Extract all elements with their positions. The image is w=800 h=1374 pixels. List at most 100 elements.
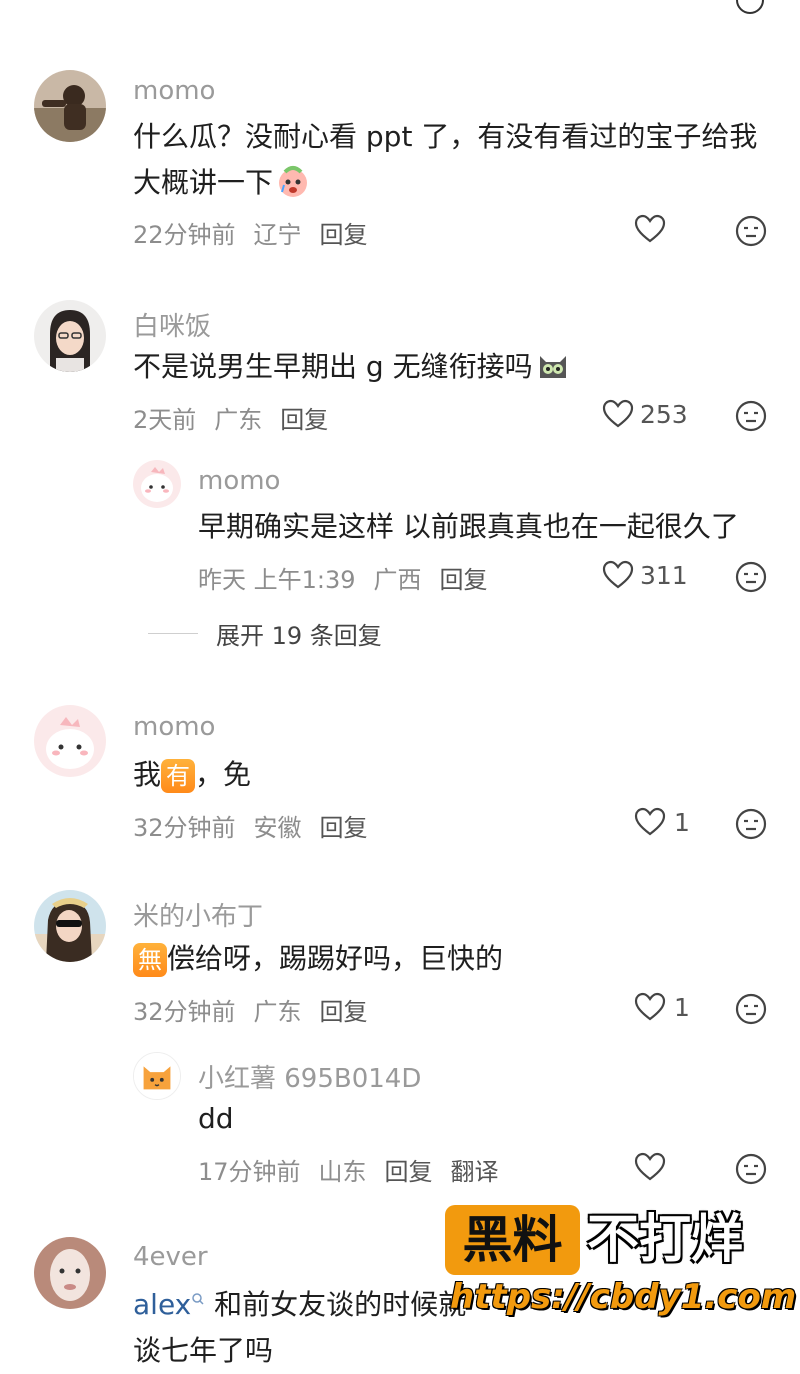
reply-button[interactable]: 回复 <box>440 566 488 594</box>
comment-text: 什么瓜？没耐心看 ppt 了，有没有看过的宝子给我 大概讲一下 <box>133 114 773 206</box>
like-count: 1 <box>674 807 690 837</box>
avatar-photo-icon <box>34 890 106 962</box>
avatar[interactable] <box>34 1237 106 1309</box>
avatar[interactable] <box>34 70 106 142</box>
comment-text-body: 不是说男生早期出 g 无缝衔接吗 <box>133 350 533 383</box>
sticker-badge: 無 <box>133 943 167 977</box>
comment-time: 32分钟前 <box>133 814 236 842</box>
comment-text: 我有，免 <box>133 752 251 798</box>
comment-username[interactable]: 4ever <box>133 1242 208 1272</box>
like-button[interactable]: 1 <box>634 992 690 1022</box>
avatar-photo-icon <box>34 1237 106 1309</box>
comment-username[interactable]: momo <box>133 76 215 106</box>
reply-username[interactable]: 小红薯 695B014D <box>198 1058 421 1095</box>
comment-text: alex 和前女友谈的时候就 谈七年了吗 <box>133 1282 466 1374</box>
comment-text-line: 大概讲一下 <box>133 160 773 206</box>
reply-button[interactable]: 回复 <box>320 998 368 1026</box>
reply-button[interactable]: 回复 <box>280 406 328 434</box>
emoji-reaction-icon[interactable] <box>735 808 767 840</box>
watermark-url: https://cbdy1.com <box>450 1277 797 1317</box>
avatar[interactable] <box>133 460 181 508</box>
watermark: 黑料 不打烊 https://cbdy1.com <box>445 1205 796 1325</box>
comment-text: 無偿给呀，踢踢好吗，巨快的 <box>133 936 503 982</box>
heart-icon <box>634 992 666 1021</box>
comment-meta: 22分钟前 辽宁 回复 <box>133 215 386 250</box>
reply-button[interactable]: 回复 <box>385 1158 433 1186</box>
comment-meta: 2天前 广东 回复 <box>133 400 346 435</box>
watermark-text: 不打烊 <box>587 1210 744 1270</box>
avatar[interactable] <box>34 300 106 372</box>
reply-text: dd <box>198 1102 234 1135</box>
like-count: 1 <box>674 992 690 1022</box>
reply-button[interactable]: 回复 <box>320 221 368 249</box>
crying-face-emoji-icon <box>279 166 308 197</box>
comment-text-before: 我 <box>133 758 162 791</box>
divider <box>148 633 198 634</box>
comment-text-line-2: 大概讲一下 <box>133 166 274 199</box>
sticker-badge: 有 <box>161 759 196 793</box>
avatar[interactable] <box>133 1052 181 1100</box>
like-button[interactable] <box>634 214 666 244</box>
reply-button[interactable]: 回复 <box>320 814 368 842</box>
watermark-logo-box: 黑料 <box>445 1205 580 1275</box>
emoji-reaction-icon[interactable] <box>735 561 767 593</box>
comment-text: 不是说男生早期出 g 无缝衔接吗 <box>133 344 571 390</box>
emoji-reaction-icon[interactable] <box>735 215 767 247</box>
emoji-icon <box>736 0 764 14</box>
comment-username[interactable]: 米的小布丁 <box>133 896 263 933</box>
like-button[interactable]: 253 <box>602 399 688 429</box>
comment-location: 安徽 <box>253 814 302 842</box>
reply-time: 17分钟前 <box>198 1158 301 1186</box>
emoji-reaction-icon[interactable] <box>735 993 767 1025</box>
comment-text-body: 和前女友谈的时候就 <box>205 1288 467 1321</box>
expand-replies-button[interactable]: 展开 19 条回复 <box>148 616 382 651</box>
avatar[interactable] <box>34 890 106 962</box>
previous-comment-actions <box>0 0 800 20</box>
comment-time: 22分钟前 <box>133 221 236 249</box>
reply-location: 山东 <box>318 1158 367 1186</box>
comment-location: 辽宁 <box>253 221 302 249</box>
like-button[interactable] <box>634 1152 666 1182</box>
cat-avatar-icon <box>134 1053 180 1099</box>
comment-time: 32分钟前 <box>133 998 236 1026</box>
reply-username[interactable]: momo <box>198 466 280 496</box>
comment-username[interactable]: momo <box>133 712 215 742</box>
heart-icon <box>634 1152 666 1181</box>
like-count: 253 <box>640 399 688 429</box>
comment-text-line: 什么瓜？没耐心看 ppt 了，有没有看过的宝子给我 <box>133 120 758 153</box>
comment-location: 广东 <box>253 998 302 1026</box>
reply-meta: 17分钟前 山东 回复 翻译 <box>198 1152 517 1187</box>
like-count: 311 <box>640 560 688 590</box>
reply-text: 早期确实是这样 以前跟真真也在一起很久了 <box>198 510 739 543</box>
comment-time: 2天前 <box>133 406 197 434</box>
comment-text-after: 偿给呀，踢踢好吗，巨快的 <box>167 942 504 975</box>
heart-icon <box>634 214 666 243</box>
comment-location: 广东 <box>214 406 263 434</box>
comment-meta: 32分钟前 安徽 回复 <box>133 808 386 843</box>
like-button[interactable]: 1 <box>634 807 690 837</box>
comment-text-line: 谈七年了吗 <box>133 1334 274 1367</box>
cat-emoji-icon <box>539 356 566 378</box>
emoji-reaction-icon[interactable] <box>735 400 767 432</box>
avatar[interactable] <box>34 705 106 777</box>
comment-username[interactable]: 白咪饭 <box>133 306 211 343</box>
comment-text-after: ，免 <box>195 758 252 791</box>
mention-link[interactable]: alex <box>133 1288 191 1321</box>
chevron-icon <box>640 0 660 8</box>
search-icon <box>192 1293 204 1305</box>
translate-button[interactable]: 翻译 <box>451 1158 499 1186</box>
comment-meta: 32分钟前 广东 回复 <box>133 992 386 1027</box>
heart-icon <box>634 807 666 836</box>
avatar-photo-icon <box>34 300 106 372</box>
reply-location: 广西 <box>373 566 422 594</box>
dino-avatar-icon <box>34 705 106 777</box>
expand-replies-label: 展开 19 条回复 <box>216 622 382 650</box>
heart-icon <box>602 399 634 428</box>
avatar-photo-icon <box>34 70 106 142</box>
like-button[interactable]: 311 <box>602 560 688 590</box>
reply-meta: 昨天 上午1:39 广西 回复 <box>198 560 506 595</box>
reply-time: 昨天 上午1:39 <box>198 566 356 594</box>
emoji-reaction-icon[interactable] <box>735 1153 767 1185</box>
heart-icon <box>602 560 634 589</box>
dino-avatar-icon <box>133 460 181 508</box>
